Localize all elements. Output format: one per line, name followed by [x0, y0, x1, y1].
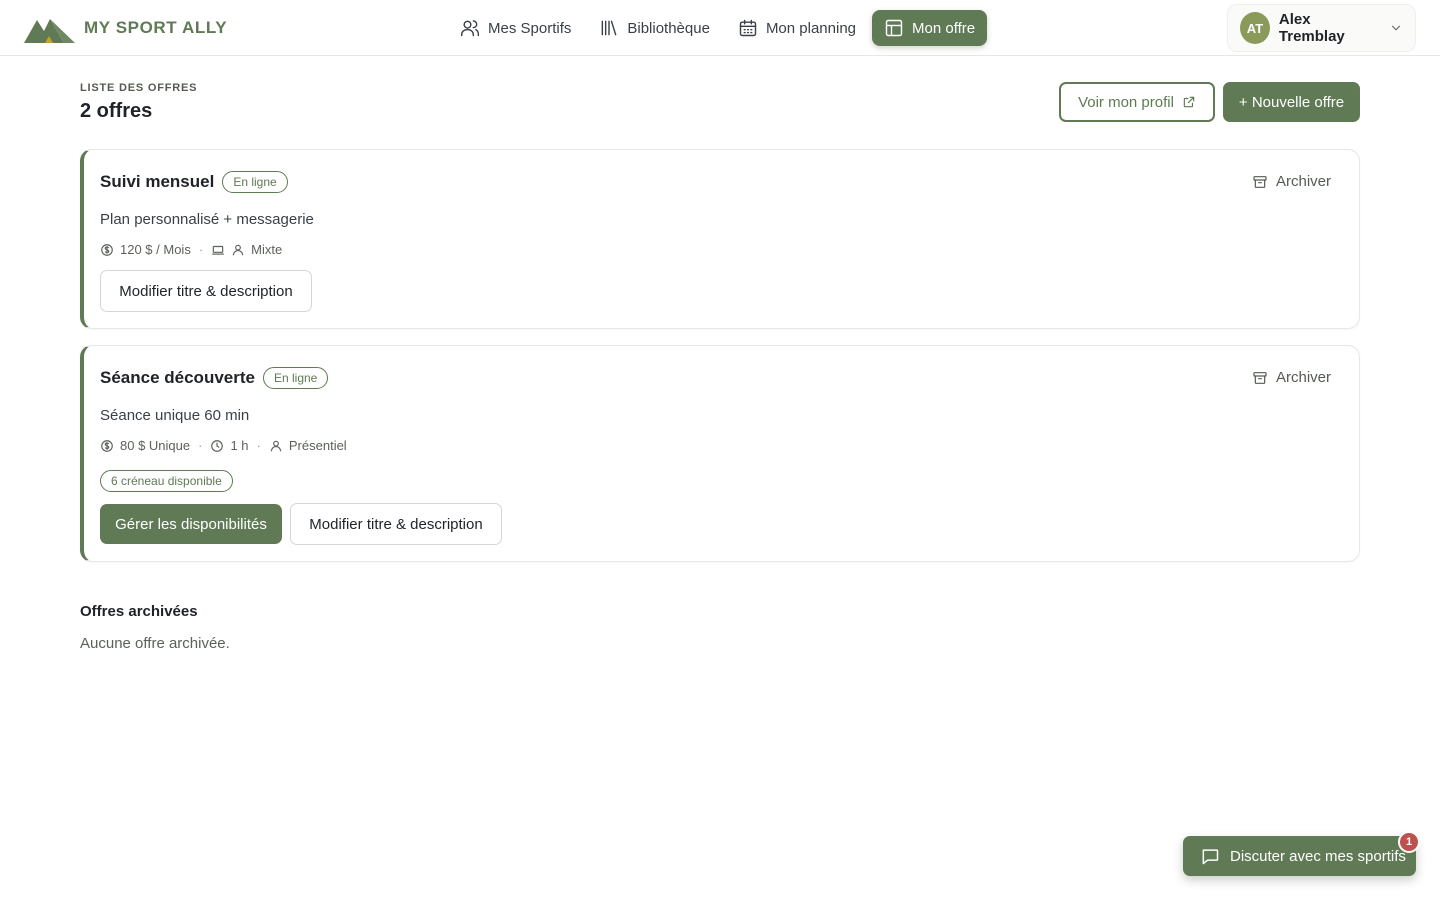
status-badge: En ligne: [222, 171, 288, 193]
dollar-icon: [100, 439, 114, 453]
library-icon: [599, 18, 619, 38]
user-menu[interactable]: AT Alex Tremblay: [1227, 4, 1416, 52]
new-offer-button[interactable]: + Nouvelle offre: [1223, 82, 1360, 122]
chat-bubble-icon: [1200, 846, 1220, 866]
offer-description: Séance unique 60 min: [100, 407, 250, 424]
users-icon: [460, 18, 480, 38]
top-navigation-bar: MY SPORT ALLY Mes Sportifs Bibliothèque: [0, 0, 1440, 56]
edit-title-description-button[interactable]: Modifier titre & description: [290, 503, 502, 545]
offer-price: 120 $ / Mois: [120, 242, 191, 257]
offer-mode: Présentiel: [288, 438, 347, 453]
person-icon: [269, 439, 283, 453]
offer-card: Suivi mensuel En ligne Archiver Plan per…: [80, 149, 1360, 329]
nav-item-mes-sportifs[interactable]: Mes Sportifs: [448, 10, 583, 46]
archived-section-title: Offres archivées: [80, 603, 198, 620]
view-profile-label: Voir mon profil: [1078, 93, 1174, 111]
calendar-icon: [738, 18, 758, 38]
brand[interactable]: MY SPORT ALLY: [24, 12, 227, 44]
unread-count-badge: 1: [1398, 831, 1420, 853]
nav-label: Mes Sportifs: [488, 19, 572, 37]
archived-empty-text: Aucune offre archivée.: [80, 635, 230, 652]
separator: ·: [256, 438, 261, 453]
archive-label: Archiver: [1275, 369, 1331, 386]
layout-icon: [884, 18, 904, 38]
user-name: Alex Tremblay: [1278, 11, 1345, 45]
view-profile-button[interactable]: Voir mon profil: [1059, 82, 1215, 122]
person-icon: [231, 243, 245, 257]
offer-card: Séance découverte En ligne Archiver Séan…: [80, 345, 1360, 562]
external-link-icon: [1182, 95, 1196, 109]
avatar: AT: [1240, 12, 1270, 44]
offer-title: Suivi mensuel: [100, 172, 215, 191]
offer-duration: 1 h: [230, 438, 249, 453]
brand-name: MY SPORT ALLY: [84, 18, 228, 37]
slots-badge: 6 créneau disponible: [100, 470, 233, 492]
offer-meta: 120 $ / Mois · Mixte: [100, 242, 282, 257]
mountain-logo-icon: [24, 14, 75, 43]
chat-label: Discuter avec mes sportifs: [1230, 847, 1406, 865]
offer-meta: 80 $ Unique · 1 h · Présentiel: [100, 438, 347, 453]
clock-icon: [210, 439, 224, 453]
offer-header: Suivi mensuel En ligne: [100, 171, 288, 193]
nav-label: Mon planning: [765, 19, 857, 37]
main-nav: Mes Sportifs Bibliothèque Mon planning M…: [448, 10, 988, 46]
archive-button[interactable]: Archiver: [1252, 173, 1331, 190]
separator: ·: [198, 438, 203, 453]
section-eyebrow: LISTE DES OFFRES: [80, 82, 198, 94]
nav-item-mon-planning[interactable]: Mon planning: [726, 10, 868, 46]
offer-header: Séance découverte En ligne: [100, 367, 329, 389]
offer-mode: Mixte: [251, 242, 283, 257]
edit-title-description-button[interactable]: Modifier titre & description: [100, 270, 312, 312]
chat-button[interactable]: Discuter avec mes sportifs: [1183, 836, 1416, 876]
archive-label: Archiver: [1275, 173, 1331, 190]
offer-title: Séance découverte: [100, 368, 255, 387]
laptop-icon: [211, 243, 225, 257]
page-title: 2 offres: [80, 100, 153, 122]
chevron-down-icon: [1389, 21, 1403, 35]
nav-item-mon-offre[interactable]: Mon offre: [872, 10, 988, 46]
archive-button[interactable]: Archiver: [1252, 369, 1331, 386]
dollar-icon: [100, 243, 114, 257]
manage-availability-button[interactable]: Gérer les disponibilités: [100, 504, 282, 544]
archive-icon: [1252, 174, 1268, 190]
nav-item-bibliotheque[interactable]: Bibliothèque: [587, 10, 722, 46]
status-badge: En ligne: [262, 367, 329, 389]
separator: ·: [198, 242, 204, 257]
offer-description: Plan personnalisé + messagerie: [100, 211, 314, 228]
archive-icon: [1252, 370, 1268, 386]
nav-label: Bibliothèque: [627, 19, 710, 37]
nav-label: Mon offre: [912, 19, 976, 37]
offer-price: 80 $ Unique: [120, 438, 191, 453]
